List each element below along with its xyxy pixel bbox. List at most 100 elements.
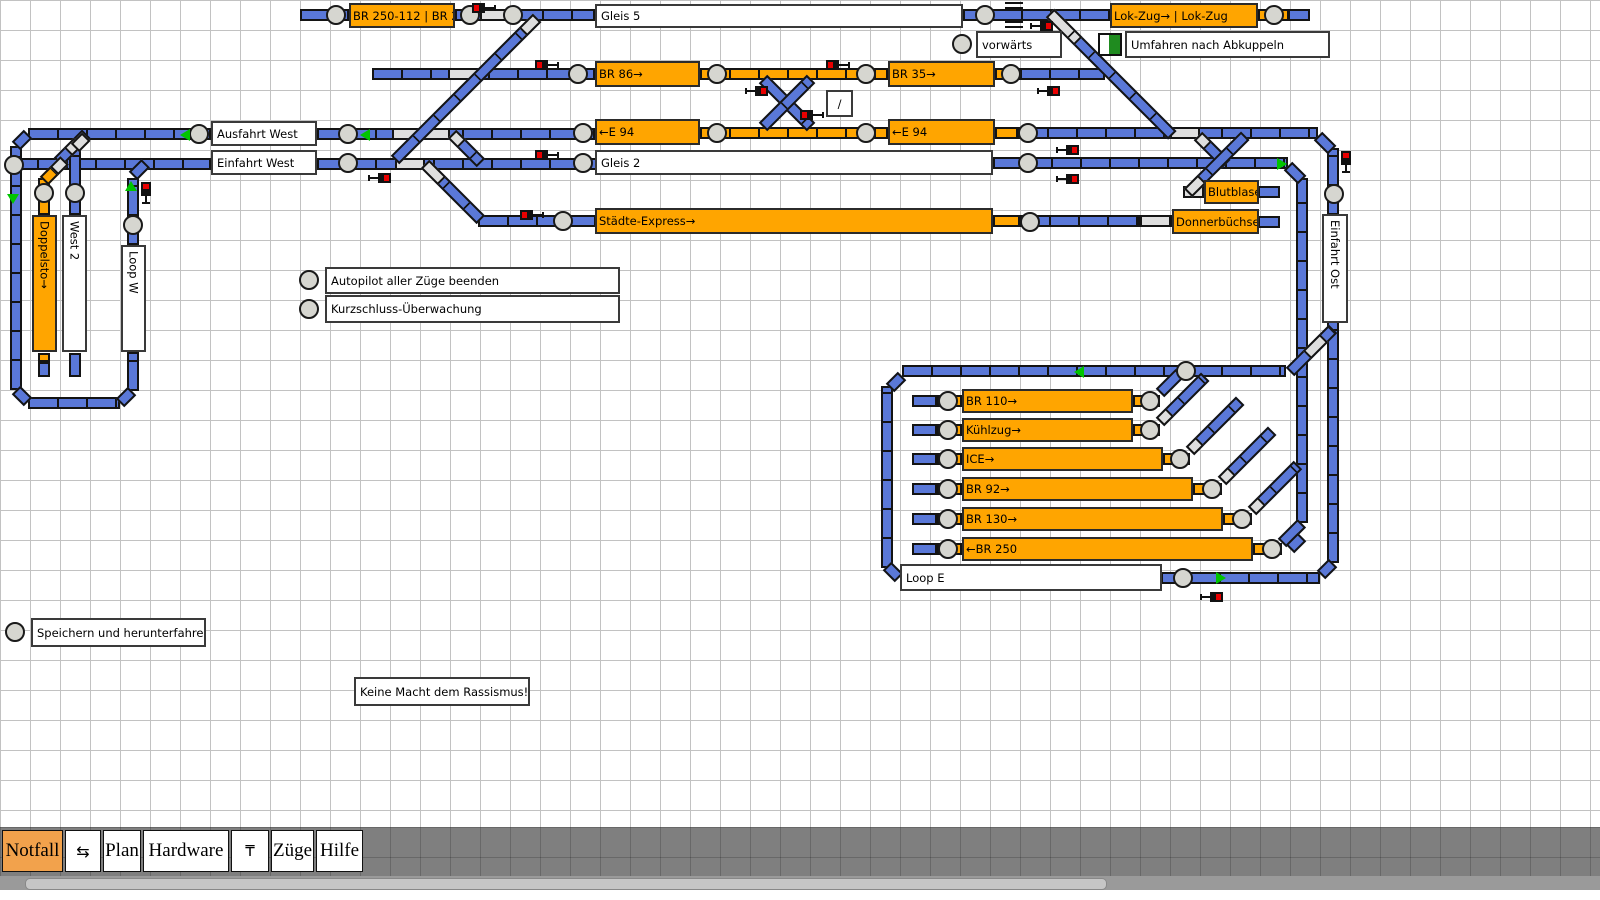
signal-icon[interactable] bbox=[535, 58, 561, 78]
plan-button[interactable]: Plan bbox=[103, 830, 141, 872]
block-doppelstock[interactable]: Doppelsto→ bbox=[32, 215, 57, 352]
sensor-button[interactable] bbox=[707, 123, 727, 143]
sensor-button[interactable] bbox=[34, 183, 54, 203]
sensor-button[interactable] bbox=[1018, 153, 1038, 173]
route-loop-w[interactable]: Loop W bbox=[121, 245, 146, 352]
block-e94-right[interactable]: ←E 94 bbox=[888, 119, 995, 145]
signal-icon[interactable] bbox=[1200, 590, 1226, 610]
block-ice[interactable]: ICE→ bbox=[962, 447, 1163, 471]
sensor-button[interactable] bbox=[1001, 64, 1021, 84]
sensor-button[interactable] bbox=[1170, 449, 1190, 469]
sensor-button[interactable] bbox=[1140, 420, 1160, 440]
sensor-button[interactable] bbox=[568, 64, 588, 84]
horizontal-scrollbar[interactable] bbox=[0, 876, 1600, 890]
notfall-button[interactable]: Notfall bbox=[2, 830, 63, 872]
block-br86[interactable]: BR 86→ bbox=[595, 61, 700, 87]
sensor-button[interactable] bbox=[938, 449, 958, 469]
sensor-button[interactable] bbox=[1202, 479, 1222, 499]
swap-direction-icon[interactable]: ⇆ bbox=[65, 830, 101, 872]
sensor-button[interactable] bbox=[856, 123, 876, 143]
sensor-button[interactable] bbox=[123, 215, 143, 235]
block-e94-left[interactable]: ←E 94 bbox=[595, 119, 700, 145]
scrollbar-thumb[interactable] bbox=[25, 878, 1107, 890]
block-br110[interactable]: BR 110→ bbox=[962, 389, 1133, 413]
block-lok-zug[interactable]: Lok-Zug→ | Lok-Zug bbox=[1110, 3, 1258, 28]
sensor-button[interactable] bbox=[503, 5, 523, 25]
app-window: BR 250-112 | BR 25 Lok-Zug→ | Lok-Zug BR… bbox=[0, 0, 1600, 900]
route-loop-e[interactable]: Loop E bbox=[900, 564, 1162, 591]
action-autopilot-stop[interactable]: Autopilot aller Züge beenden bbox=[325, 267, 620, 294]
sensor-button[interactable] bbox=[1324, 184, 1344, 204]
hilfe-button[interactable]: Hilfe bbox=[316, 830, 363, 872]
hardware-button[interactable]: Hardware bbox=[143, 830, 229, 872]
route-gleis5[interactable]: Gleis 5 bbox=[595, 4, 963, 28]
block-kuehlzug[interactable]: Kühlzug→ bbox=[962, 418, 1133, 442]
signal-icon[interactable] bbox=[800, 108, 826, 128]
block-staedte-express[interactable]: Städte-Express→ bbox=[595, 208, 993, 234]
sensor-button[interactable] bbox=[1262, 539, 1282, 559]
sensor-button[interactable] bbox=[1018, 123, 1038, 143]
sensor-button[interactable] bbox=[938, 509, 958, 529]
sensor-button[interactable] bbox=[952, 34, 972, 54]
signal-icon[interactable] bbox=[368, 171, 394, 191]
signal-icon[interactable] bbox=[1030, 19, 1056, 39]
umfahren-state-indicator[interactable] bbox=[1098, 33, 1122, 56]
block-donnerbuechse[interactable]: Donnerbüchse bbox=[1172, 209, 1259, 234]
signal-icon[interactable] bbox=[520, 208, 546, 228]
sensor-button[interactable] bbox=[938, 539, 958, 559]
sensor-button[interactable] bbox=[573, 153, 593, 173]
sensor-button[interactable] bbox=[1176, 361, 1196, 381]
sensor-button[interactable] bbox=[1173, 568, 1193, 588]
sensor-button[interactable] bbox=[5, 622, 25, 642]
route-west2[interactable]: West 2 bbox=[62, 215, 87, 352]
signal-icon[interactable] bbox=[1056, 143, 1082, 163]
action-speichern[interactable]: Speichern und herunterfahren bbox=[31, 618, 206, 647]
block-br92[interactable]: BR 92→ bbox=[962, 477, 1193, 501]
route-gleis2[interactable]: Gleis 2 bbox=[595, 150, 993, 175]
sensor-button[interactable] bbox=[975, 5, 995, 25]
direction-arrow-icon bbox=[1216, 572, 1226, 584]
sensor-button[interactable] bbox=[1140, 391, 1160, 411]
sensor-button[interactable] bbox=[338, 153, 358, 173]
signal-icon[interactable] bbox=[535, 148, 561, 168]
signal-icon[interactable] bbox=[745, 84, 771, 104]
sensor-button[interactable] bbox=[1020, 212, 1040, 232]
block-br250-112[interactable]: BR 250-112 | BR 25 bbox=[349, 3, 455, 28]
sensor-button[interactable] bbox=[299, 299, 319, 319]
route-einfahrt-west[interactable]: Einfahrt West bbox=[211, 150, 317, 175]
block-br130[interactable]: BR 130→ bbox=[962, 507, 1223, 531]
sensor-button[interactable] bbox=[1264, 5, 1284, 25]
block-blutblase[interactable]: Blutblase bbox=[1204, 180, 1259, 204]
zuege-button[interactable]: Züge bbox=[271, 830, 314, 872]
signal-icon[interactable] bbox=[826, 58, 852, 78]
track-segment bbox=[127, 352, 139, 391]
sensor-button[interactable] bbox=[299, 270, 319, 290]
sensor-button[interactable] bbox=[326, 5, 346, 25]
action-umfahren[interactable]: Umfahren nach Abkuppeln bbox=[1125, 31, 1330, 58]
block-br250[interactable]: ←BR 250 bbox=[962, 537, 1253, 561]
sensor-button[interactable] bbox=[938, 479, 958, 499]
action-kurzschluss[interactable]: Kurzschluss-Überwachung bbox=[325, 295, 620, 323]
sensor-button[interactable] bbox=[856, 64, 876, 84]
sensor-button[interactable] bbox=[189, 124, 209, 144]
track-segment bbox=[1327, 148, 1339, 563]
signal-icon[interactable] bbox=[141, 182, 167, 202]
sensor-button[interactable] bbox=[707, 64, 727, 84]
signal-icon[interactable] bbox=[1037, 84, 1063, 104]
sensor-button[interactable] bbox=[553, 211, 573, 231]
signal-icon[interactable] bbox=[472, 1, 498, 21]
switch-command-box[interactable]: / bbox=[826, 90, 853, 117]
signal-icon[interactable] bbox=[1341, 151, 1367, 171]
sensor-button[interactable] bbox=[573, 123, 593, 143]
sensor-button[interactable] bbox=[65, 183, 85, 203]
route-ausfahrt-west[interactable]: Ausfahrt West bbox=[211, 121, 317, 146]
sensor-button[interactable] bbox=[4, 155, 24, 175]
sensor-button[interactable] bbox=[338, 124, 358, 144]
sensor-button[interactable] bbox=[938, 391, 958, 411]
route-einfahrt-ost[interactable]: Einfahrt Ost bbox=[1322, 214, 1348, 323]
sensor-button[interactable] bbox=[1232, 509, 1252, 529]
sensor-button[interactable] bbox=[938, 420, 958, 440]
signal-icon[interactable] bbox=[1056, 172, 1082, 192]
signal-tool-icon[interactable]: ₸ bbox=[231, 830, 269, 872]
block-br35[interactable]: BR 35→ bbox=[888, 61, 995, 87]
